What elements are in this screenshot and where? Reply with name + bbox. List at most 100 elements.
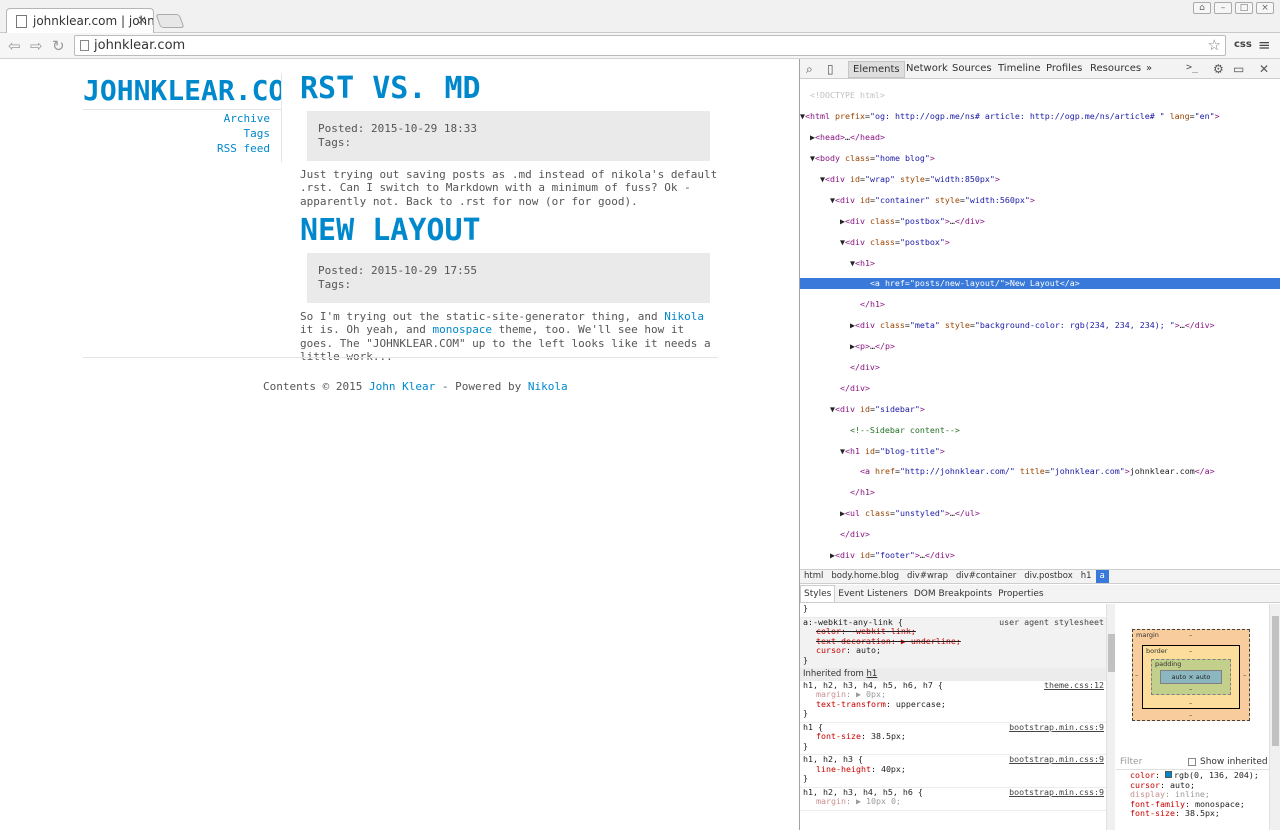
sidebar-pane-tabs: Styles Event Listeners DOM Breakpoints Prop… [800,585,1280,603]
rule-source-link[interactable]: bootstrap.min.css:9 [1009,754,1104,765]
dom-node[interactable]: ▶<p>…</p> [800,341,1280,351]
dom-node[interactable]: ▼<div class="postbox"> [800,237,1280,247]
more-tabs-icon[interactable]: » [1146,63,1152,74]
dom-node[interactable]: ▶<ul class="unstyled">…</ul> [800,508,1280,518]
new-tab-button[interactable] [155,14,185,28]
maximize-button[interactable]: □ [1235,2,1253,14]
dom-node[interactable]: </div> [800,383,1280,393]
console-icon[interactable]: >_ [1186,62,1198,73]
filter-input[interactable]: Filter [1120,757,1142,767]
tab-properties[interactable]: Properties [995,586,1046,602]
tab-dom-breakpoints[interactable]: DOM Breakpoints [911,586,995,602]
dom-node[interactable]: </div> [800,529,1280,539]
close-window-button[interactable]: × [1256,2,1274,14]
rule-source-link[interactable]: theme.css:12 [1044,680,1104,691]
search-icon[interactable]: ⌕ [806,62,813,77]
css-extension-button[interactable]: css [1234,39,1252,50]
gear-icon[interactable]: ⚙ [1213,62,1224,76]
dom-node[interactable]: ▶<div class="postbox">…</div> [800,216,1280,226]
dom-node[interactable]: ▼<div id="container" style="width:560px"… [800,195,1280,205]
breadcrumb-item[interactable]: div#wrap [903,570,952,583]
css-property[interactable]: line-height: 40px; [803,764,1104,775]
padding-bottom-value: – [1189,685,1193,693]
tab-sources[interactable]: Sources [952,63,992,74]
monospace-link[interactable]: monospace [432,323,492,336]
browser-tab[interactable]: johnklear.com | johnklear.com × [6,8,154,34]
scroll-thumb[interactable] [1272,616,1279,746]
padding-label: padding [1155,660,1182,668]
css-property[interactable]: cursor: auto; [803,645,1104,656]
post-date: Posted: 2015-10-29 18:33 [318,122,477,135]
profile-icon[interactable]: ⌂ [1193,2,1211,14]
device-icon[interactable]: ▯ [827,62,834,76]
css-property[interactable]: font-size: 38.5px; [803,731,1104,742]
dom-node[interactable]: <!--Sidebar content--> [800,425,1280,435]
nikola-link[interactable]: Nikola [664,310,704,323]
dom-node[interactable]: ▼<html prefix="og: http://ogp.me/ns# art… [800,111,1280,121]
dom-node[interactable]: ▶<div id="footer">…</div> [800,550,1280,560]
menu-icon[interactable]: ≡ [1258,36,1271,54]
dom-node[interactable]: <a href="http://johnklear.com/" title="j… [800,466,1280,476]
tab-network[interactable]: Network [906,63,948,74]
box-model-margin[interactable]: margin – – – – border – – padding – auto… [1132,629,1250,721]
tab-event-listeners[interactable]: Event Listeners [835,586,911,602]
dock-icon[interactable]: ▭ [1233,62,1244,76]
breadcrumb-item-current[interactable]: a [1095,570,1109,583]
computed-scrollbar[interactable] [1269,604,1280,830]
rule-source-link[interactable]: bootstrap.min.css:9 [1009,787,1104,798]
breadcrumb-item[interactable]: html [800,570,827,583]
dom-node[interactable]: ▶<head>…</head> [800,132,1280,142]
styles-scrollbar[interactable] [1106,604,1115,830]
dom-node[interactable]: </div> [800,362,1280,372]
sidebar-link-tags[interactable]: Tags [83,126,271,141]
breadcrumb-item[interactable]: body.home.blog [827,570,903,583]
computed-property[interactable]: font-size: 38.5px; [1130,809,1269,819]
nikola-footer-link[interactable]: Nikola [528,380,568,393]
back-icon[interactable]: ⇦ [8,37,21,55]
bookmark-star-icon[interactable]: ☆ [1208,36,1221,54]
tab-profiles[interactable]: Profiles [1046,63,1082,74]
box-model-border[interactable]: border – – padding – auto × auto [1142,645,1240,709]
tab-close-icon[interactable]: × [137,13,147,27]
reload-icon[interactable]: ↻ [52,37,65,55]
tab-resources[interactable]: Resources [1090,63,1141,74]
sidebar-link-rss[interactable]: RSS feed [83,141,270,156]
color-swatch[interactable] [1164,771,1172,778]
dom-node[interactable]: ▼<div id="wrap" style="width:850px"> [800,174,1280,184]
box-model-padding[interactable]: padding – auto × auto [1151,659,1231,695]
breadcrumb-item[interactable]: div.postbox [1020,570,1077,583]
dom-node-selected[interactable]: <a href="posts/new-layout/">New Layout</… [800,278,1280,289]
dom-node[interactable]: ▼<body class="home blog"> [800,153,1280,163]
forward-icon[interactable]: ⇨ [30,37,43,55]
breadcrumb-item[interactable]: h1 [1077,570,1096,583]
minimize-button[interactable]: – [1214,2,1232,14]
close-icon[interactable]: ✕ [1259,62,1269,76]
author-link[interactable]: John Klear [369,380,435,393]
dom-node[interactable]: ▼<div id="sidebar"> [800,404,1280,414]
dom-node[interactable]: </h1> [800,299,1280,309]
post-title-link[interactable]: RST VS. MD [300,71,481,106]
address-bar[interactable]: johnklear.com ☆ [74,35,1226,56]
show-inherited-label: Show inherited [1200,757,1268,767]
breadcrumb-item[interactable]: div#container [952,570,1020,583]
dom-node[interactable]: <!DOCTYPE html> [800,90,1280,100]
scroll-thumb[interactable] [1108,634,1115,672]
dom-node[interactable]: ▶<div class="meta" style="background-col… [800,320,1280,330]
tab-elements[interactable]: Elements [848,61,905,78]
sidebar-link-archive[interactable]: Archive [83,111,270,126]
dom-node[interactable]: </h1> [800,487,1280,497]
post-title-link[interactable]: NEW LAYOUT [300,213,481,248]
css-property[interactable]: text-transform: uppercase; [803,699,1104,710]
computed-filter[interactable]: Filter Show inherited [1116,754,1269,770]
tab-styles[interactable]: Styles [800,585,836,602]
blog-title-link[interactable]: JOHNKLEAR.COM [83,74,281,110]
box-model-content[interactable]: auto × auto [1160,670,1222,684]
css-property[interactable]: margin: ▶ 10px 0; [803,796,1104,807]
show-inherited-checkbox[interactable] [1188,758,1196,766]
rule-source-link[interactable]: bootstrap.min.css:9 [1009,722,1104,733]
dom-node[interactable]: ▼<h1> [800,258,1280,268]
inherited-from-link[interactable]: h1 [867,669,878,679]
tab-timeline[interactable]: Timeline [998,63,1041,74]
dom-node[interactable]: ▼<h1 id="blog-title"> [800,446,1280,456]
site-footer: Contents © 2015 John Klear - Powered by … [263,380,568,393]
